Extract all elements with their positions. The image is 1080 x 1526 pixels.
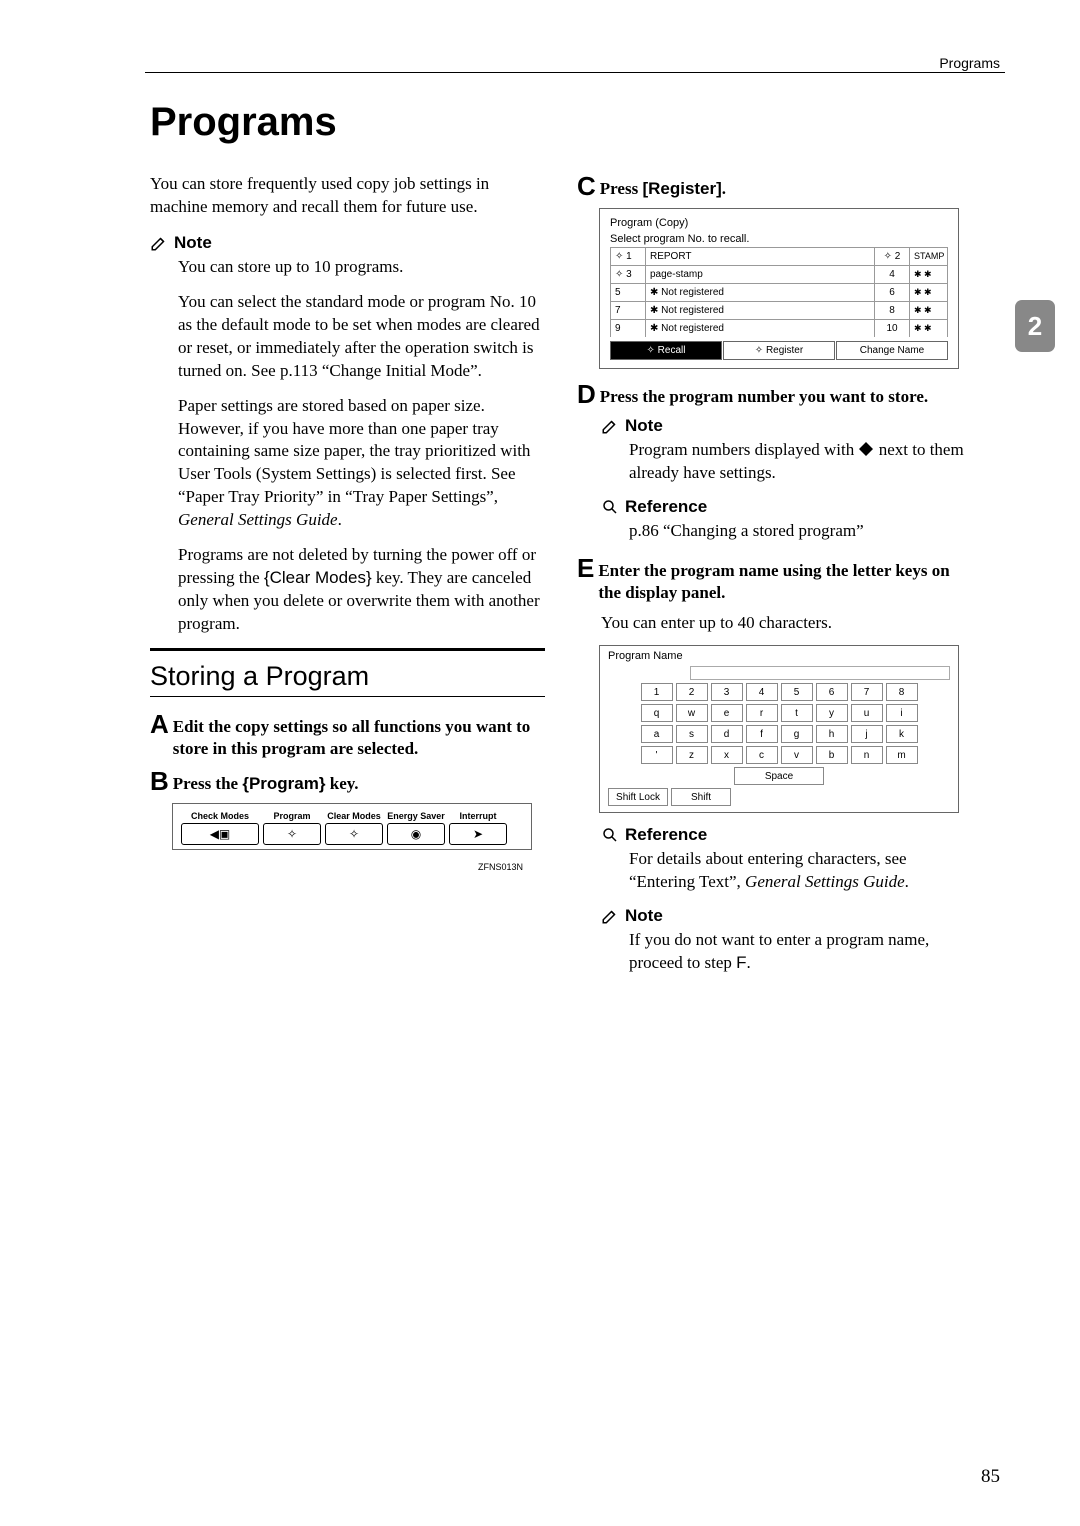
- reference-heading-e: Reference: [601, 825, 972, 845]
- step-a-letter: A: [150, 711, 169, 737]
- fig2-tab-change: Change Name: [836, 341, 948, 360]
- kb-shift: Shift: [671, 788, 731, 806]
- step-c-text: Press [Register].: [600, 173, 726, 200]
- reference-heading-d: Reference: [601, 497, 972, 517]
- diamond-icon: [858, 441, 874, 457]
- clear-modes-key-label: {Clear Modes}: [264, 568, 372, 587]
- left-column: You can store frequently used copy job s…: [150, 173, 545, 987]
- fig2-row: ✧ 3page-stamp4✱ ✱: [610, 265, 948, 283]
- kb-row-2: qwertyui: [608, 704, 950, 722]
- step-c-letter: C: [577, 173, 596, 199]
- page-number: 85: [981, 1466, 1000, 1488]
- fig2-row: 9✱ Not registered10✱ ✱: [610, 319, 948, 337]
- fig1-label-program: Program: [273, 811, 310, 821]
- step-e-letter: E: [577, 555, 594, 581]
- note-label: Note: [174, 233, 212, 253]
- pencil-icon: [601, 907, 619, 925]
- fig2-tab-recall: ✧ Recall: [610, 341, 722, 360]
- pencil-icon: [150, 234, 168, 252]
- step-e: E Enter the program name using the lette…: [577, 555, 972, 604]
- kb-row-space: Space: [608, 767, 950, 785]
- magnifier-icon: [601, 826, 619, 844]
- fig1-btn-program: ✧: [263, 823, 321, 845]
- fig1-btn-energy: ◉: [387, 823, 445, 845]
- note-1: You can store up to 10 programs.: [178, 256, 545, 279]
- fig1-label-interrupt: Interrupt: [460, 811, 497, 821]
- fig2-row: ✧ 1REPORT✧ 2STAMP: [610, 247, 948, 265]
- fig1-label-energy: Energy Saver: [387, 811, 445, 821]
- step-a: A Edit the copy settings so all function…: [150, 711, 545, 760]
- note-d-text: Program numbers displayed with next to t…: [629, 439, 972, 485]
- fig1-label-clear: Clear Modes: [327, 811, 381, 821]
- fig2-row: 5✱ Not registered6✱ ✱: [610, 283, 948, 301]
- kb-space: Space: [734, 767, 824, 785]
- step-e-text: Enter the program name using the letter …: [598, 555, 972, 604]
- step-d-text: Press the program number you want to sto…: [600, 381, 928, 408]
- header-label: Programs: [939, 55, 1000, 71]
- fig3-title: Program Name: [600, 646, 958, 666]
- content-columns: You can store frequently used copy job s…: [150, 173, 1010, 987]
- ref-e-text: For details about entering characters, s…: [629, 848, 972, 894]
- step-d-letter: D: [577, 381, 596, 407]
- fig2-row: 7✱ Not registered8✱ ✱: [610, 301, 948, 319]
- fig2-subtitle: Select program No. to recall.: [606, 231, 952, 247]
- page-title: Programs: [150, 100, 1010, 145]
- ref-d-text: p.86 “Changing a stored program”: [629, 520, 972, 543]
- step-a-text: Edit the copy settings so all functions …: [173, 711, 545, 760]
- kb-shiftlock: Shift Lock: [608, 788, 668, 806]
- note-label-e: Note: [625, 906, 663, 926]
- header-rule: [145, 72, 1005, 73]
- program-key-label: {Program}: [242, 774, 325, 793]
- fig2-title: Program (Copy): [606, 215, 952, 231]
- step-d: D Press the program number you want to s…: [577, 381, 972, 408]
- fig1-code: ZFNS013N: [150, 862, 523, 872]
- fig1-btn-check: ◀▣: [181, 823, 259, 845]
- figure-program-key: Check Modes ◀▣ Program ✧ Clear Modes ✧ Ener…: [172, 803, 532, 850]
- kb-row-1: 12345678: [608, 683, 950, 701]
- kb-row-4: 'zxcvbnm: [608, 746, 950, 764]
- fig1-btn-clear: ✧: [325, 823, 383, 845]
- note-2: You can select the standard mode or prog…: [178, 291, 545, 383]
- storing-heading: Storing a Program: [150, 661, 545, 692]
- magnifier-icon: [601, 498, 619, 516]
- note-heading-e: Note: [601, 906, 972, 926]
- note-label-d: Note: [625, 416, 663, 436]
- right-column: C Press [Register]. Program (Copy) Selec…: [577, 173, 972, 987]
- fig2-tab-register: ✧ Register: [723, 341, 835, 360]
- note-heading: Note: [150, 233, 545, 253]
- note-3: Paper settings are stored based on paper…: [178, 395, 545, 533]
- pencil-icon: [601, 417, 619, 435]
- ref-label-e: Reference: [625, 825, 707, 845]
- section-rule-top: [150, 648, 545, 651]
- step-b: B Press the {Program} key.: [150, 768, 545, 795]
- chapter-tab: 2: [1015, 300, 1055, 352]
- note-e-text: If you do not want to enter a program na…: [629, 929, 972, 975]
- figure-register: Program (Copy) Select program No. to rec…: [599, 208, 959, 369]
- figure-keyboard: Program Name 12345678 qwertyui asdfghjk …: [599, 645, 959, 813]
- kb-row-shift: Shift Lock Shift: [608, 788, 950, 806]
- step-b-letter: B: [150, 768, 169, 794]
- fig1-label-check: Check Modes: [191, 811, 249, 821]
- register-button-label: [Register]: [642, 179, 721, 198]
- fig1-btn-interrupt: ➤: [449, 823, 507, 845]
- note-heading-d: Note: [601, 416, 972, 436]
- ref-label-d: Reference: [625, 497, 707, 517]
- kb-row-3: asdfghjk: [608, 725, 950, 743]
- step-e-subtext: You can enter up to 40 characters.: [601, 612, 972, 635]
- step-c: C Press [Register].: [577, 173, 972, 200]
- intro-text: You can store frequently used copy job s…: [150, 173, 545, 219]
- note-4: Programs are not deleted by turning the …: [178, 544, 545, 636]
- section-rule-bottom: [150, 696, 545, 697]
- step-b-text: Press the {Program} key.: [173, 768, 359, 795]
